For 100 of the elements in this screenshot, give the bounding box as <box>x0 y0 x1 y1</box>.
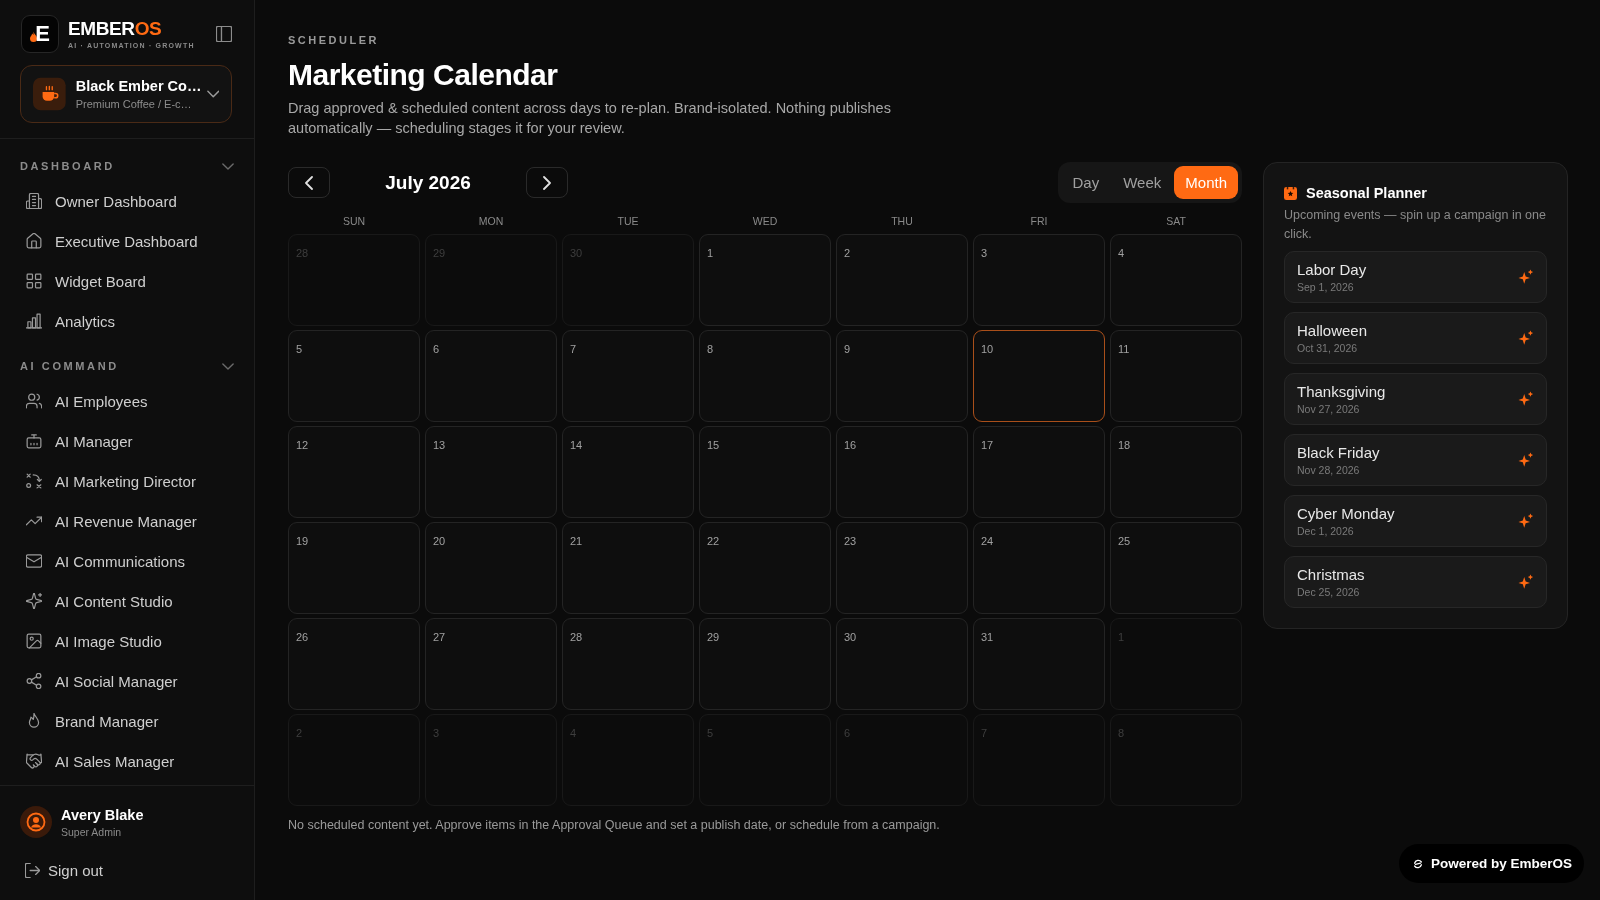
weekday-label: WED <box>752 215 778 227</box>
nav-item[interactable]: Owner Dashboard <box>20 181 234 221</box>
event-name: Black Friday <box>1297 444 1380 461</box>
day-cell[interactable]: 31 <box>973 618 1105 710</box>
nav-item[interactable]: AI Manager <box>20 421 234 461</box>
sparkle-icon[interactable] <box>1518 330 1534 346</box>
day-cell[interactable]: 6 <box>425 330 557 422</box>
day-cell[interactable]: 29 <box>699 618 831 710</box>
view-tab[interactable]: Day <box>1061 166 1111 199</box>
bar-chart-icon <box>26 313 42 329</box>
day-number: 30 <box>844 631 857 643</box>
next-month-button[interactable] <box>526 167 568 198</box>
swirl-icon <box>1412 858 1423 869</box>
day-cell[interactable]: 24 <box>973 522 1105 614</box>
day-cell[interactable]: 18 <box>1110 426 1242 518</box>
day-number: 31 <box>981 631 994 643</box>
event-card[interactable]: Thanksgiving Nov 27, 2026 <box>1284 373 1547 425</box>
day-cell[interactable]: 9 <box>836 330 968 422</box>
event-name: Christmas <box>1297 566 1365 583</box>
event-date: Sep 1, 2026 <box>1297 281 1355 293</box>
mail-icon <box>26 553 42 569</box>
powered-by-badge[interactable]: Powered by EmberOS <box>1398 844 1584 883</box>
sparkles-icon <box>26 593 42 609</box>
event-card[interactable]: Black Friday Nov 28, 2026 <box>1284 434 1547 486</box>
view-tab[interactable]: Week <box>1112 166 1173 199</box>
nav-item[interactable]: Widget Board <box>20 261 234 301</box>
day-number: 28 <box>570 631 583 643</box>
event-card[interactable]: Labor Day Sep 1, 2026 <box>1284 251 1547 303</box>
sparkle-icon[interactable] <box>1518 513 1534 529</box>
nav-item[interactable]: AI Content Studio <box>20 581 234 621</box>
planner-title: Seasonal Planner <box>1306 185 1427 201</box>
sparkle-icon[interactable] <box>1518 269 1534 285</box>
day-cell[interactable]: 4 <box>1110 234 1242 326</box>
day-number: 11 <box>1118 343 1130 355</box>
robot-icon <box>26 433 42 449</box>
day-cell[interactable]: 12 <box>288 426 420 518</box>
workspace-switcher[interactable]: Black Ember Co… Premium Coffee / E-c… <box>20 65 232 123</box>
nav-item[interactable]: AI Marketing Director <box>20 461 234 501</box>
sparkle-icon[interactable] <box>1518 391 1534 407</box>
day-number: 18 <box>1118 439 1131 451</box>
nav-item[interactable]: Brand Manager <box>20 701 234 741</box>
day-cell[interactable]: 7 <box>562 330 694 422</box>
chevron-right-icon <box>543 175 551 190</box>
nav-item[interactable]: Executive Dashboard <box>20 221 234 261</box>
nav-item[interactable]: AI Sales Manager <box>20 741 234 781</box>
nav-item[interactable]: AI Social Manager <box>20 661 234 701</box>
nav-item[interactable]: AI Employees <box>20 381 234 421</box>
section-heading: AI COMMAND <box>20 360 119 372</box>
day-cell[interactable]: 15 <box>699 426 831 518</box>
day-cell[interactable]: 16 <box>836 426 968 518</box>
chevron-down-icon[interactable] <box>222 162 234 170</box>
nav-item[interactable]: AI Image Studio <box>20 621 234 661</box>
event-date: Nov 28, 2026 <box>1297 464 1361 476</box>
day-cell[interactable]: 1 <box>699 234 831 326</box>
day-cell[interactable]: 14 <box>562 426 694 518</box>
sign-out-link[interactable]: Sign out <box>20 856 234 884</box>
day-cell[interactable]: 27 <box>425 618 557 710</box>
day-cell[interactable]: 21 <box>562 522 694 614</box>
day-cell[interactable]: 17 <box>973 426 1105 518</box>
day-cell[interactable]: 23 <box>836 522 968 614</box>
day-cell[interactable]: 20 <box>425 522 557 614</box>
sparkle-icon[interactable] <box>1518 574 1534 590</box>
share-icon <box>26 673 42 689</box>
image-icon <box>26 633 42 649</box>
day-number: 23 <box>844 535 857 547</box>
day-cell[interactable]: 19 <box>288 522 420 614</box>
day-cell[interactable]: 8 <box>699 330 831 422</box>
day-cell[interactable]: 3 <box>973 234 1105 326</box>
previous-month-button[interactable] <box>288 167 330 198</box>
event-name: Cyber Monday <box>1297 505 1395 522</box>
day-number: 13 <box>433 439 446 451</box>
nav-item[interactable]: AI Revenue Manager <box>20 501 234 541</box>
day-number: 1 <box>707 247 714 259</box>
day-cell[interactable]: 30 <box>836 618 968 710</box>
day-cell[interactable]: 5 <box>288 330 420 422</box>
chevron-down-icon[interactable] <box>222 362 234 370</box>
day-number: 24 <box>981 535 994 547</box>
event-card[interactable]: Cyber Monday Dec 1, 2026 <box>1284 495 1547 547</box>
flame-icon <box>26 713 42 729</box>
day-cell[interactable]: 25 <box>1110 522 1242 614</box>
day-number: 22 <box>707 535 720 547</box>
event-card[interactable]: Christmas Dec 25, 2026 <box>1284 556 1547 608</box>
day-cell[interactable]: 28 <box>562 618 694 710</box>
day-cell[interactable]: 2 <box>836 234 968 326</box>
day-cell[interactable]: 26 <box>288 618 420 710</box>
sidebar-toggle-icon[interactable] <box>216 26 232 42</box>
log-out-icon <box>25 862 40 878</box>
building-icon <box>26 193 42 209</box>
day-number: 27 <box>433 631 446 643</box>
nav-item[interactable]: Analytics <box>20 301 234 341</box>
logo-letter: E <box>35 23 50 45</box>
day-cell[interactable]: 13 <box>425 426 557 518</box>
day-cell[interactable]: 10 <box>973 330 1105 422</box>
day-cell[interactable]: 22 <box>699 522 831 614</box>
weekday-label: MON <box>478 215 504 227</box>
user-name: Avery Blake <box>61 806 144 823</box>
day-cell[interactable]: 11 <box>1110 330 1242 422</box>
nav-item[interactable]: AI Communications <box>20 541 234 581</box>
event-card[interactable]: Halloween Oct 31, 2026 <box>1284 312 1547 364</box>
sparkle-icon[interactable] <box>1518 452 1534 468</box>
